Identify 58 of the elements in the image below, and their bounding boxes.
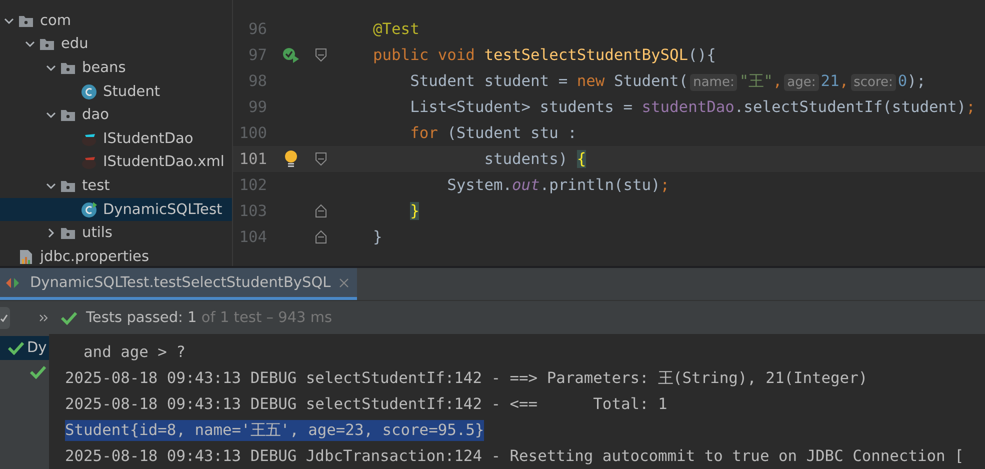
fold-icon[interactable] (315, 152, 327, 166)
fold-icon[interactable] (315, 48, 327, 62)
folder-icon (60, 226, 76, 240)
console-line: 2025-08-18 09:43:13 DEBUG JdbcTransaction:124 - Resetting autocommit to true on JDBC Connection [ (65, 447, 964, 465)
expand-icon[interactable] (38, 312, 50, 322)
folder-icon (60, 108, 76, 122)
code-text: } (373, 228, 382, 246)
tree-item[interactable]: com (0, 9, 232, 33)
class-icon (81, 202, 97, 218)
lightbulb-icon[interactable] (284, 150, 298, 168)
code-text: Student student = new Student( name: "王", age: 21, score: 0); (409, 70, 926, 92)
line-number: 101 (238, 150, 267, 168)
code-text: public void testSelectStudentBySQL(){ (373, 46, 716, 64)
tree-item[interactable]: IStudentDao (0, 126, 232, 151)
line-number: 99 (247, 98, 267, 116)
line-number: 96 (247, 20, 267, 38)
line-number: 100 (238, 124, 267, 142)
tree-item[interactable]: edu (0, 32, 232, 56)
line-number: 104 (238, 228, 267, 246)
test-status: Tests passed: 1 of 1 test – 943 ms (86, 310, 332, 326)
code-text: students) { (483, 150, 586, 168)
code-text: System.out.println(stu); (446, 176, 670, 194)
run-config-icon (4, 276, 22, 290)
code-text: for (Student stu : (409, 124, 577, 142)
tree-item[interactable]: jdbc.properties (0, 244, 232, 269)
console-line: and age > ? (82, 343, 186, 361)
class-icon (81, 84, 97, 100)
properties-file-icon (18, 248, 34, 265)
check-icon (0, 314, 8, 322)
rerun-button[interactable] (0, 306, 10, 328)
run-test-icon[interactable] (281, 46, 301, 64)
tree-item[interactable]: beans (0, 56, 232, 80)
line-number: 98 (247, 72, 267, 90)
folder-icon (60, 178, 76, 193)
line-number: 97 (247, 46, 267, 64)
tree-item[interactable]: Student (0, 80, 232, 104)
tree-item[interactable]: test (0, 174, 232, 198)
code-text: List<Student> students = studentDao.selectStudentIf(student); (409, 98, 976, 116)
close-icon[interactable] (338, 278, 349, 288)
test-tree-item[interactable]: Dy (0, 336, 49, 360)
folder-icon (18, 14, 34, 28)
check-icon (60, 310, 78, 326)
tree-item[interactable]: IStudentDao.xml (0, 150, 232, 174)
fold-icon[interactable] (315, 204, 327, 218)
folder-icon (60, 60, 76, 75)
line-number: 102 (238, 176, 267, 194)
console-line: 2025-08-18 09:43:13 DEBUG selectStudentIf:142 - ==> Parameters: 王(String), 21(Integer) (65, 368, 868, 388)
fold-icon[interactable] (315, 230, 327, 244)
console-line: 2025-08-18 09:43:13 DEBUG selectStudentIf:142 - <== Total: 1 (65, 395, 668, 413)
tree-item[interactable]: DynamicSQLTest (0, 198, 232, 222)
line-number: 103 (238, 202, 267, 220)
tab-title: DynamicSQLTest.testSelectStudentBySQL (30, 274, 331, 290)
code-text: @Test (373, 20, 420, 38)
run-tab[interactable]: DynamicSQLTest.testSelectStudentBySQL (0, 268, 357, 300)
code-text: } (409, 202, 420, 220)
tree-item[interactable]: utils (0, 221, 232, 245)
folder-icon (39, 37, 55, 52)
tree-item[interactable]: dao (0, 103, 232, 127)
